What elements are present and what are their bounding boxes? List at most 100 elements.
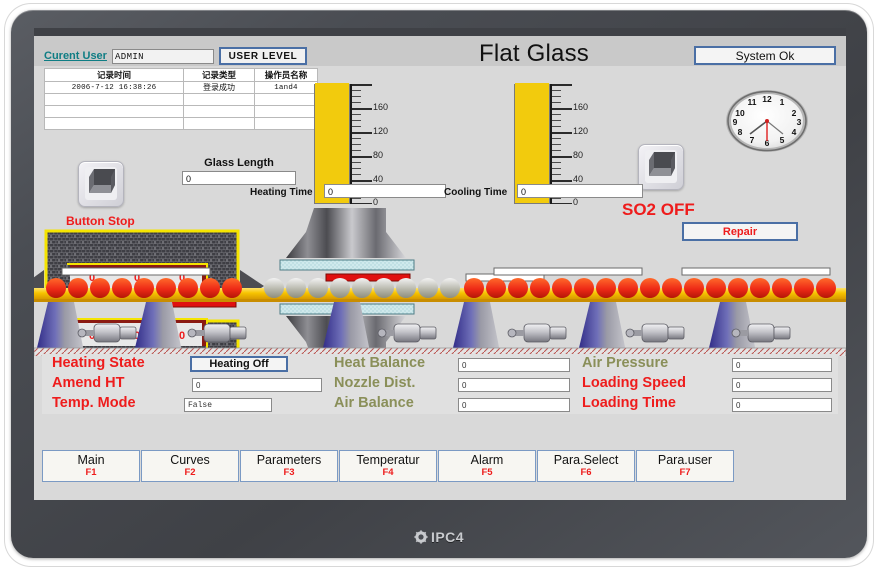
- fkey-label: Curves: [170, 453, 210, 467]
- svg-text:7: 7: [750, 135, 755, 145]
- gauge-tick-minor: [552, 138, 561, 139]
- current-user-label: Curent User: [44, 50, 107, 62]
- gauge-tick-minor: [352, 102, 361, 103]
- table-row[interactable]: [44, 117, 318, 130]
- amend-ht-label: Amend HT: [52, 375, 125, 391]
- glass-length-input[interactable]: 0: [182, 171, 296, 185]
- table-row[interactable]: [44, 105, 318, 118]
- svg-text:11: 11: [748, 97, 757, 107]
- furnace-bottom-value-3: 0: [179, 330, 185, 342]
- gauge-tick-label: 120: [573, 126, 589, 136]
- fkey-code: F3: [283, 467, 295, 478]
- fkey-code: F6: [580, 467, 592, 478]
- loading-time-input[interactable]: 0: [732, 398, 832, 412]
- fkey-f5[interactable]: Alarm F5: [438, 450, 536, 482]
- table-row[interactable]: [44, 93, 318, 106]
- gauge-tick-label: 160: [573, 102, 589, 112]
- brand-logo: IPC4: [11, 524, 867, 550]
- amend-ht-input[interactable]: 0: [192, 378, 322, 392]
- user-level-button[interactable]: USER LEVEL: [218, 47, 307, 65]
- so2-switch[interactable]: [638, 144, 684, 190]
- svg-text:1: 1: [780, 97, 785, 107]
- parameter-panel: Heating State Heating Off Amend HT 0 Tem…: [42, 354, 838, 414]
- gauge-tick-label: 40: [373, 174, 384, 184]
- table-row[interactable]: 2006-7-12 16:38:26 登录成功 1and4: [44, 81, 318, 94]
- roller-group-center: [264, 278, 460, 298]
- svg-text:12: 12: [762, 94, 772, 104]
- nozzle-dist-input[interactable]: 0: [458, 378, 570, 392]
- gauge-tick-major: [552, 156, 572, 158]
- loading-time-label: Loading Time: [582, 395, 676, 411]
- gauge-tick-minor: [352, 144, 361, 145]
- gauge-tick-minor: [352, 174, 361, 175]
- svg-text:10: 10: [735, 108, 745, 118]
- gauge-tick-label: 40: [573, 174, 584, 184]
- rocker-switch-icon: [645, 150, 677, 183]
- gauge-tick-major: [552, 180, 572, 182]
- air-pressure-input[interactable]: 0: [732, 358, 832, 372]
- col-record-time: 记录时间: [44, 68, 184, 82]
- fkey-f7[interactable]: Para.user F7: [636, 450, 734, 482]
- loading-speed-input[interactable]: 0: [732, 378, 832, 392]
- gear-icon: [414, 530, 428, 544]
- fkey-f3[interactable]: Parameters F3: [240, 450, 338, 482]
- hmi-application: Flat Glass Curent User ADMIN USER LEVEL …: [34, 36, 846, 500]
- fkey-label: Alarm: [470, 453, 504, 467]
- gauge-tick-minor: [352, 138, 361, 139]
- gauge-tick-label: 160: [373, 102, 389, 112]
- svg-text:8: 8: [738, 127, 743, 137]
- heating-state-label: Heating State: [52, 355, 145, 371]
- roller-group-left: [46, 278, 242, 298]
- gauge-tick-minor: [552, 114, 561, 115]
- gauge-tick-minor: [352, 168, 361, 169]
- roller-group-right: [464, 278, 836, 298]
- gauge-tick-minor: [352, 162, 361, 163]
- air-balance-input[interactable]: 0: [458, 398, 570, 412]
- gauge-tick-major: [552, 108, 572, 110]
- heat-balance-input[interactable]: 0: [458, 358, 570, 372]
- gauge-tick-minor: [352, 96, 361, 97]
- heating-state-button[interactable]: Heating Off: [190, 356, 288, 372]
- machine-diagram: 0 0 0 0 0 0: [34, 196, 846, 356]
- login-log-table: 记录时间 记录类型 操作员名称 2006-7-12 16:38:26 登录成功 …: [44, 68, 318, 130]
- fkey-label: Para.user: [657, 453, 713, 467]
- col-operator-name: 操作员名称: [254, 68, 318, 82]
- gauge-tick-minor: [352, 90, 361, 91]
- cell-operator-name: 1and4: [254, 81, 318, 94]
- fkey-f1[interactable]: Main F1: [42, 450, 140, 482]
- page-title: Flat Glass: [478, 40, 590, 67]
- brand-text: IPC4: [430, 529, 465, 545]
- gauge-tick-major: [352, 132, 372, 134]
- gauge-tick-minor: [552, 162, 561, 163]
- gauge-tick-minor: [552, 150, 561, 151]
- fkey-label: Temperatur: [356, 453, 420, 467]
- fkey-f6[interactable]: Para.Select F6: [537, 450, 635, 482]
- fkey-code: F5: [481, 467, 493, 478]
- gauge-tick-minor: [552, 144, 561, 145]
- temp-mode-field[interactable]: False: [184, 398, 272, 412]
- gauge-tick-minor: [352, 120, 361, 121]
- fkey-f2[interactable]: Curves F2: [141, 450, 239, 482]
- table-header-row: 记录时间 记录类型 操作员名称: [44, 68, 318, 82]
- gauge-tick-minor: [552, 126, 561, 127]
- fkey-code: F1: [85, 467, 97, 478]
- loading-speed-label: Loading Speed: [582, 375, 686, 391]
- gauge-tick-minor: [352, 150, 361, 151]
- current-user-field[interactable]: ADMIN: [111, 48, 214, 64]
- fkey-code: F7: [679, 467, 691, 478]
- svg-text:3: 3: [797, 117, 802, 127]
- gauge-tick-minor: [552, 168, 561, 169]
- fkey-code: F4: [382, 467, 394, 478]
- gauge-tick-label: 80: [373, 150, 384, 160]
- fkey-code: F2: [184, 467, 196, 478]
- glass-length-label: Glass Length: [204, 157, 274, 169]
- col-record-type: 记录类型: [183, 68, 255, 82]
- gauge-tick-label: 120: [373, 126, 389, 136]
- cell-record-type: 登录成功: [183, 81, 255, 94]
- nozzle-dist-label: Nozzle Dist.: [334, 375, 416, 391]
- svg-text:9: 9: [733, 117, 738, 127]
- air-balance-label: Air Balance: [334, 395, 414, 411]
- svg-text:4: 4: [792, 127, 797, 137]
- screenshot-root: IPC4 Flat Glass Curent User ADMIN USER L…: [0, 0, 878, 570]
- fkey-f4[interactable]: Temperatur F4: [339, 450, 437, 482]
